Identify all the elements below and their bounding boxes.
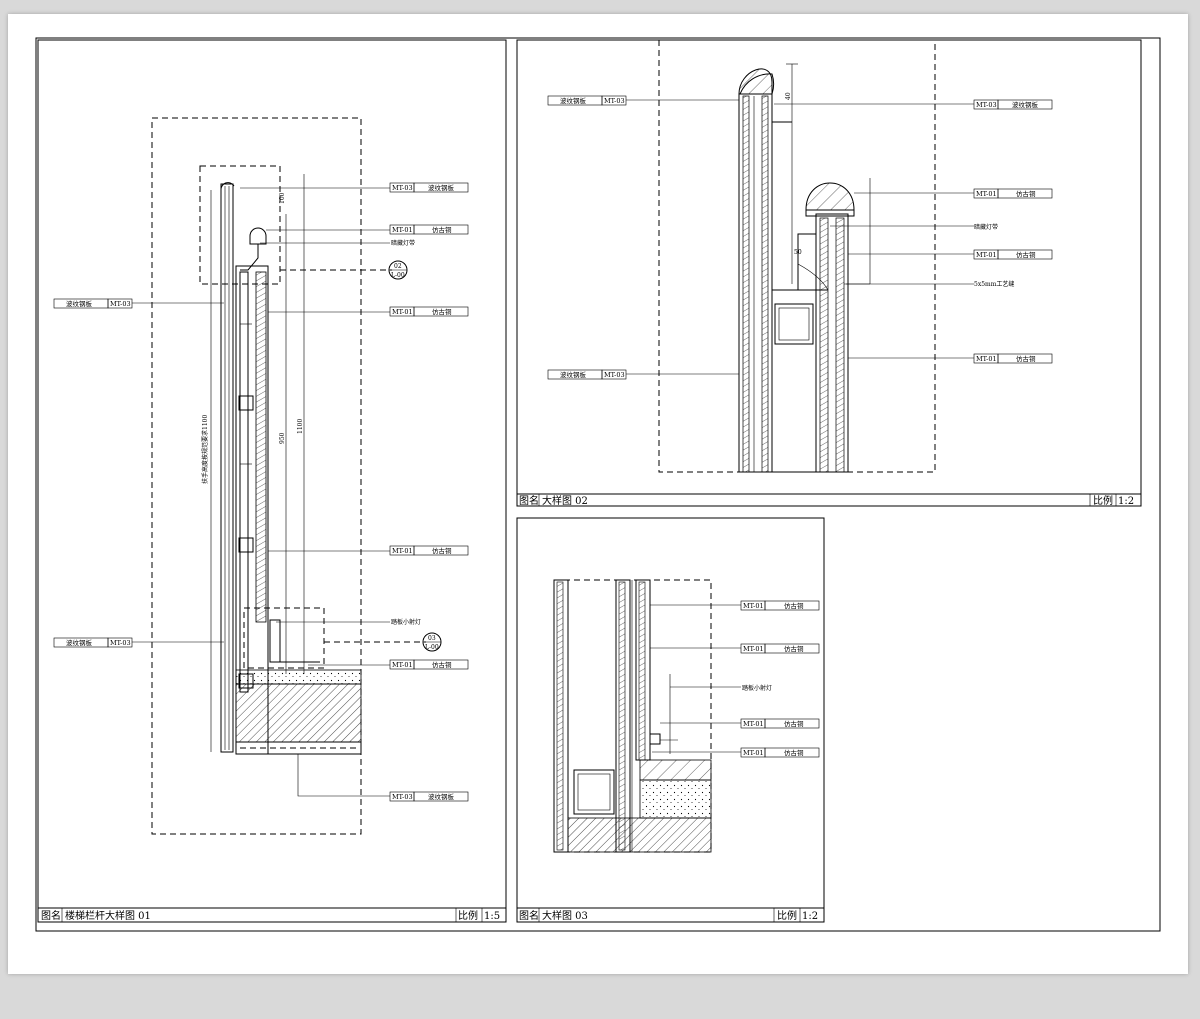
svg-text:MT-03: MT-03 — [604, 371, 625, 379]
panel-detail-01: 图名 楼梯栏杆大样图 01 比例 1:5 扶手高度按规范要求1100 1100 … — [37, 39, 507, 923]
panel1-scale: 1:5 — [484, 911, 500, 922]
svg-text:MT-03: MT-03 — [392, 793, 413, 801]
ref-b-bot: L-00 — [425, 644, 439, 651]
note-gap: 5x5mm工艺缝 — [974, 280, 1014, 288]
svg-text:MT-01: MT-01 — [392, 308, 413, 316]
ref-a-bot: L-00 — [391, 272, 405, 279]
dim-100: 100 — [279, 192, 286, 204]
panel3-scale: 1:2 — [802, 911, 818, 922]
panel3-title: 大样图 03 — [542, 909, 588, 922]
svg-text:MT-03: MT-03 — [604, 97, 625, 105]
svg-text:MT-03: MT-03 — [110, 300, 131, 308]
tag-p1-l1: 波纹钢板 MT-03 — [53, 298, 133, 309]
panel1-scale-label: 比例 — [458, 909, 478, 922]
svg-text:仿古铜: 仿古铜 — [784, 601, 804, 610]
svg-text:波纹钢板: 波纹钢板 — [560, 96, 587, 105]
tag-p2-r1: MT-03 波纹钢板 — [973, 99, 1053, 110]
tag-p1-r2: MT-01 仿古铜 — [389, 224, 469, 235]
panel3-scale-label: 比例 — [777, 909, 797, 922]
note-hidden-light-2: 暗藏灯带 — [974, 223, 998, 231]
svg-text:仿古铜: 仿古铜 — [784, 748, 804, 757]
svg-text:MT-01: MT-01 — [976, 190, 997, 198]
dim-950: 950 — [279, 432, 286, 444]
tag-p1-r6: MT-03 波纹钢板 — [389, 791, 469, 802]
svg-text:MT-01: MT-01 — [743, 720, 764, 728]
svg-text:波纹钢板: 波纹钢板 — [428, 792, 455, 801]
svg-text:波纹钢板: 波纹钢板 — [560, 370, 587, 379]
tag-p3-4: MT-01 仿古铜 — [740, 747, 820, 758]
svg-text:仿古铜: 仿古铜 — [784, 719, 804, 728]
tag-p1-r5: MT-01 仿古铜 — [389, 659, 469, 670]
panel3-name-label: 图名 — [519, 909, 539, 922]
svg-text:MT-01: MT-01 — [392, 547, 413, 555]
svg-text:仿古铜: 仿古铜 — [1016, 354, 1036, 363]
drawing-canvas: 图名 楼梯栏杆大样图 01 比例 1:5 扶手高度按规范要求1100 1100 … — [35, 37, 1161, 932]
svg-text:仿古铜: 仿古铜 — [1016, 250, 1036, 259]
tag-p2-r4: MT-01 仿古铜 — [973, 353, 1053, 364]
dim-50: 50 — [794, 249, 802, 256]
tag-p2-r3: MT-01 仿古铜 — [973, 249, 1053, 260]
svg-text:MT-01: MT-01 — [743, 645, 764, 653]
svg-text:MT-01: MT-01 — [392, 226, 413, 234]
panel2-scale-label: 比例 — [1093, 494, 1113, 507]
svg-text:MT-03: MT-03 — [392, 184, 413, 192]
tag-p3-2: MT-01 仿古铜 — [740, 643, 820, 654]
svg-text:MT-01: MT-01 — [976, 355, 997, 363]
svg-text:仿古铜: 仿古铜 — [432, 307, 452, 316]
svg-text:MT-01: MT-01 — [743, 602, 764, 610]
svg-text:MT-03: MT-03 — [110, 639, 131, 647]
ref-b-top: 03 — [428, 635, 436, 642]
svg-text:MT-01: MT-01 — [976, 251, 997, 259]
panel2-name-label: 图名 — [519, 494, 539, 507]
svg-text:仿古铜: 仿古铜 — [784, 644, 804, 653]
svg-text:波纹钢板: 波纹钢板 — [66, 638, 93, 647]
tag-p2-l1: 波纹钢板 MT-03 — [547, 95, 627, 106]
panel1-name-label: 图名 — [41, 909, 61, 922]
tag-p1-l2: 波纹钢板 MT-03 — [53, 637, 133, 648]
panel-detail-03: 图名 大样图 03 比例 1:2 MT-01 仿古铜 MT-01 仿古铜 踏板小… — [516, 517, 825, 923]
panel1-title: 楼梯栏杆大样图 01 — [65, 909, 151, 922]
tag-p2-r2: MT-01 仿古铜 — [973, 188, 1053, 199]
note-step-light: 踏板小射灯 — [391, 618, 421, 626]
tag-p3-1: MT-01 仿古铜 — [740, 600, 820, 611]
svg-text:仿古铜: 仿古铜 — [432, 546, 452, 555]
note-step-light-3: 踏板小射灯 — [742, 684, 772, 692]
svg-text:仿古铜: 仿古铜 — [1016, 189, 1036, 198]
svg-text:波纹钢板: 波纹钢板 — [66, 299, 93, 308]
tag-p2-l2: 波纹钢板 MT-03 — [547, 369, 627, 380]
svg-text:仿古铜: 仿古铜 — [432, 660, 452, 669]
svg-text:波纹钢板: 波纹钢板 — [1012, 100, 1039, 109]
dim-1100: 1100 — [297, 419, 304, 434]
svg-text:MT-03: MT-03 — [976, 101, 997, 109]
ref-a-top: 02 — [394, 263, 402, 270]
note-hidden-light: 暗藏灯带 — [391, 239, 415, 247]
tag-p1-r1: MT-03 波纹钢板 — [389, 182, 469, 193]
svg-text:波纹钢板: 波纹钢板 — [428, 183, 455, 192]
panel-detail-02: 图名 大样图 02 比例 1:2 50 40 MT-03 波纹钢板 MT-01 … — [516, 39, 1142, 507]
drawing-sheet: 图名 楼梯栏杆大样图 01 比例 1:5 扶手高度按规范要求1100 1100 … — [8, 14, 1188, 974]
tag-p1-r3: MT-01 仿古铜 — [389, 306, 469, 317]
svg-text:仿古铜: 仿古铜 — [432, 225, 452, 234]
tag-p1-r4: MT-01 仿古铜 — [389, 545, 469, 556]
svg-text:MT-01: MT-01 — [392, 661, 413, 669]
panel2-scale: 1:2 — [1118, 496, 1134, 507]
dim-40: 40 — [785, 92, 792, 100]
rail-height-note: 扶手高度按规范要求1100 — [201, 415, 209, 484]
panel2-title: 大样图 02 — [542, 494, 588, 507]
svg-text:MT-01: MT-01 — [743, 749, 764, 757]
tag-p3-3: MT-01 仿古铜 — [740, 718, 820, 729]
